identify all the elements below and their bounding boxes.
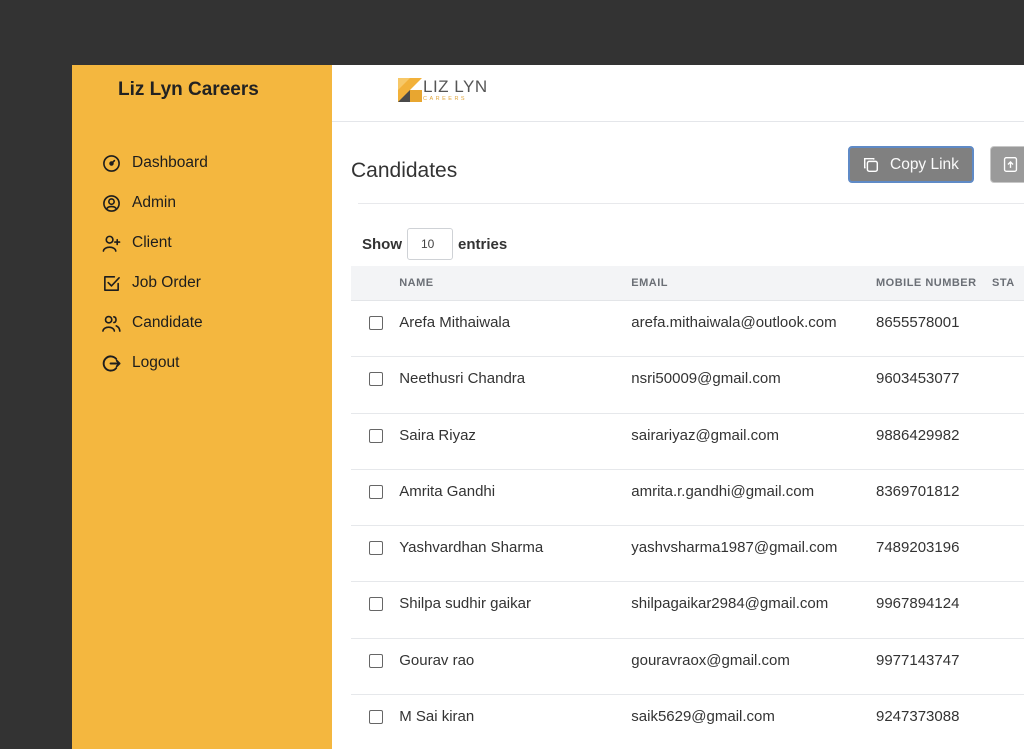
sidebar-item-job-order[interactable]: Job Order xyxy=(72,263,332,303)
header-divider xyxy=(358,203,1024,204)
table-row[interactable]: Yashvardhan Sharma yashvsharma1987@gmail… xyxy=(351,526,1024,583)
row-select-cell xyxy=(351,539,399,556)
table-body: Arefa Mithaiwala arefa.mithaiwala@outloo… xyxy=(351,301,1024,749)
candidate-email: amrita.r.gandhi@gmail.com xyxy=(631,482,815,500)
candidate-mobile: 9603453077 xyxy=(875,370,960,388)
main-content: LIZ LYN CAREERS Candidates Copy Link Sho… xyxy=(332,65,1024,749)
dashboard-icon xyxy=(102,154,121,173)
users-icon xyxy=(102,314,121,333)
candidate-name: Gourav rao xyxy=(399,651,475,669)
candidate-mobile: 9977143747 xyxy=(875,651,960,669)
candidates-table: NAME EMAIL MOBILE NUMBER STA Arefa Mitha… xyxy=(351,266,1024,749)
row-checkbox[interactable] xyxy=(369,541,383,556)
sidebar-item-client[interactable]: Client xyxy=(72,223,332,263)
row-select-cell xyxy=(351,708,399,725)
sidebar-item-label: Logout xyxy=(132,354,180,371)
sidebar-item-label: Dashboard xyxy=(132,154,208,171)
candidate-email: saik5629@gmail.com xyxy=(631,708,775,726)
sidebar-nav: Dashboard Admin Client Job Order Candida… xyxy=(72,143,332,383)
candidate-name: Arefa Mithaiwala xyxy=(399,314,511,331)
sidebar: Liz Lyn Careers Dashboard Admin Client J… xyxy=(72,65,332,749)
candidate-name: M Sai kiran xyxy=(399,708,475,726)
page-title: Candidates xyxy=(351,159,458,182)
table-row[interactable]: Neethusri Chandra nsri50009@gmail.com 96… xyxy=(351,357,1024,414)
candidate-name: Yashvardhan Sharma xyxy=(399,539,544,557)
table-row[interactable]: M Sai kiran saik5629@gmail.com 924737308… xyxy=(351,695,1024,749)
candidate-mobile: 8369701812 xyxy=(875,482,960,500)
row-select-cell xyxy=(351,427,399,443)
candidate-name: Neethusri Chandra xyxy=(399,370,526,388)
candidate-email: gouravraox@gmail.com xyxy=(631,651,790,669)
logo-tagline: CAREERS xyxy=(423,96,468,102)
row-checkbox[interactable] xyxy=(369,710,383,725)
candidate-name: Amrita Gandhi xyxy=(399,482,496,500)
table-row[interactable]: Saira Riyaz sairariyaz@gmail.com 9886429… xyxy=(351,414,1024,470)
row-checkbox[interactable] xyxy=(369,484,383,499)
user-plus-icon xyxy=(102,234,121,253)
logout-icon xyxy=(102,354,121,373)
file-upload-icon xyxy=(1003,157,1018,172)
logo-mark-icon xyxy=(398,78,422,102)
row-select-cell xyxy=(351,652,399,668)
sidebar-item-logout[interactable]: Logout xyxy=(72,343,332,383)
top-bar: LIZ LYN CAREERS xyxy=(332,65,1024,122)
row-select-cell xyxy=(351,595,399,612)
candidate-email: arefa.mithaiwala@outlook.com xyxy=(631,314,837,331)
table-row[interactable]: Amrita Gandhi amrita.r.gandhi@gmail.com … xyxy=(351,470,1024,527)
row-select-cell xyxy=(351,370,399,387)
user-circle-icon xyxy=(102,194,121,213)
sidebar-item-admin[interactable]: Admin xyxy=(72,183,332,223)
candidate-mobile: 7489203196 xyxy=(875,539,960,557)
copy-link-label: Copy Link xyxy=(890,155,959,173)
row-select-cell xyxy=(351,483,399,499)
entries-control: Show 10 entries xyxy=(362,228,507,260)
sidebar-item-label: Admin xyxy=(132,194,176,211)
row-checkbox[interactable] xyxy=(369,316,383,330)
sidebar-item-label: Candidate xyxy=(132,314,203,331)
entries-select[interactable]: 10 xyxy=(407,228,453,260)
column-header-mobile[interactable]: MOBILE NUMBER xyxy=(876,277,992,289)
row-checkbox[interactable] xyxy=(369,653,383,668)
column-header-status[interactable]: STA xyxy=(992,277,1024,289)
table-row[interactable]: Shilpa sudhir gaikar shilpagaikar2984@gm… xyxy=(351,582,1024,639)
export-button[interactable] xyxy=(990,146,1024,183)
candidate-email: nsri50009@gmail.com xyxy=(631,370,781,388)
copy-link-button[interactable]: Copy Link xyxy=(848,146,974,183)
show-label: Show xyxy=(362,235,402,253)
candidate-email: sairariyaz@gmail.com xyxy=(631,426,780,444)
table-row[interactable]: Arefa Mithaiwala arefa.mithaiwala@outloo… xyxy=(351,301,1024,358)
candidate-email: shilpagaikar2984@gmail.com xyxy=(631,595,829,613)
sidebar-item-dashboard[interactable]: Dashboard xyxy=(72,143,332,183)
checkbox-icon xyxy=(102,274,121,293)
page-header: Candidates Copy Link xyxy=(332,122,1024,204)
sidebar-item-candidate[interactable]: Candidate xyxy=(72,303,332,343)
row-select-cell xyxy=(351,314,399,330)
brand-title: Liz Lyn Careers xyxy=(118,79,259,100)
column-header-name[interactable]: NAME xyxy=(399,277,631,289)
table-header: NAME EMAIL MOBILE NUMBER STA xyxy=(351,266,1024,301)
sidebar-item-label: Client xyxy=(132,234,172,251)
candidate-mobile: 9247373088 xyxy=(875,708,960,726)
candidate-mobile: 9886429982 xyxy=(875,426,960,444)
table-row[interactable]: Gourav rao gouravraox@gmail.com 99771437… xyxy=(351,639,1024,696)
column-header-email[interactable]: EMAIL xyxy=(631,277,876,289)
logo-name: LIZ LYN xyxy=(423,77,488,96)
candidate-name: Shilpa sudhir gaikar xyxy=(399,595,531,613)
logo-text: LIZ LYN CAREERS xyxy=(423,78,488,103)
company-logo: LIZ LYN CAREERS xyxy=(398,78,488,103)
row-checkbox[interactable] xyxy=(369,428,383,443)
candidate-mobile: 8655578001 xyxy=(875,314,960,331)
copy-icon xyxy=(863,157,879,172)
candidate-mobile: 9967894124 xyxy=(875,595,960,613)
app-window: Liz Lyn Careers Dashboard Admin Client J… xyxy=(72,65,1024,749)
candidate-email: yashvsharma1987@gmail.com xyxy=(631,539,838,557)
row-checkbox[interactable] xyxy=(369,372,383,387)
entries-label: entries xyxy=(458,235,508,253)
candidate-name: Saira Riyaz xyxy=(399,426,476,444)
row-checkbox[interactable] xyxy=(369,597,383,612)
sidebar-item-label: Job Order xyxy=(132,274,201,291)
